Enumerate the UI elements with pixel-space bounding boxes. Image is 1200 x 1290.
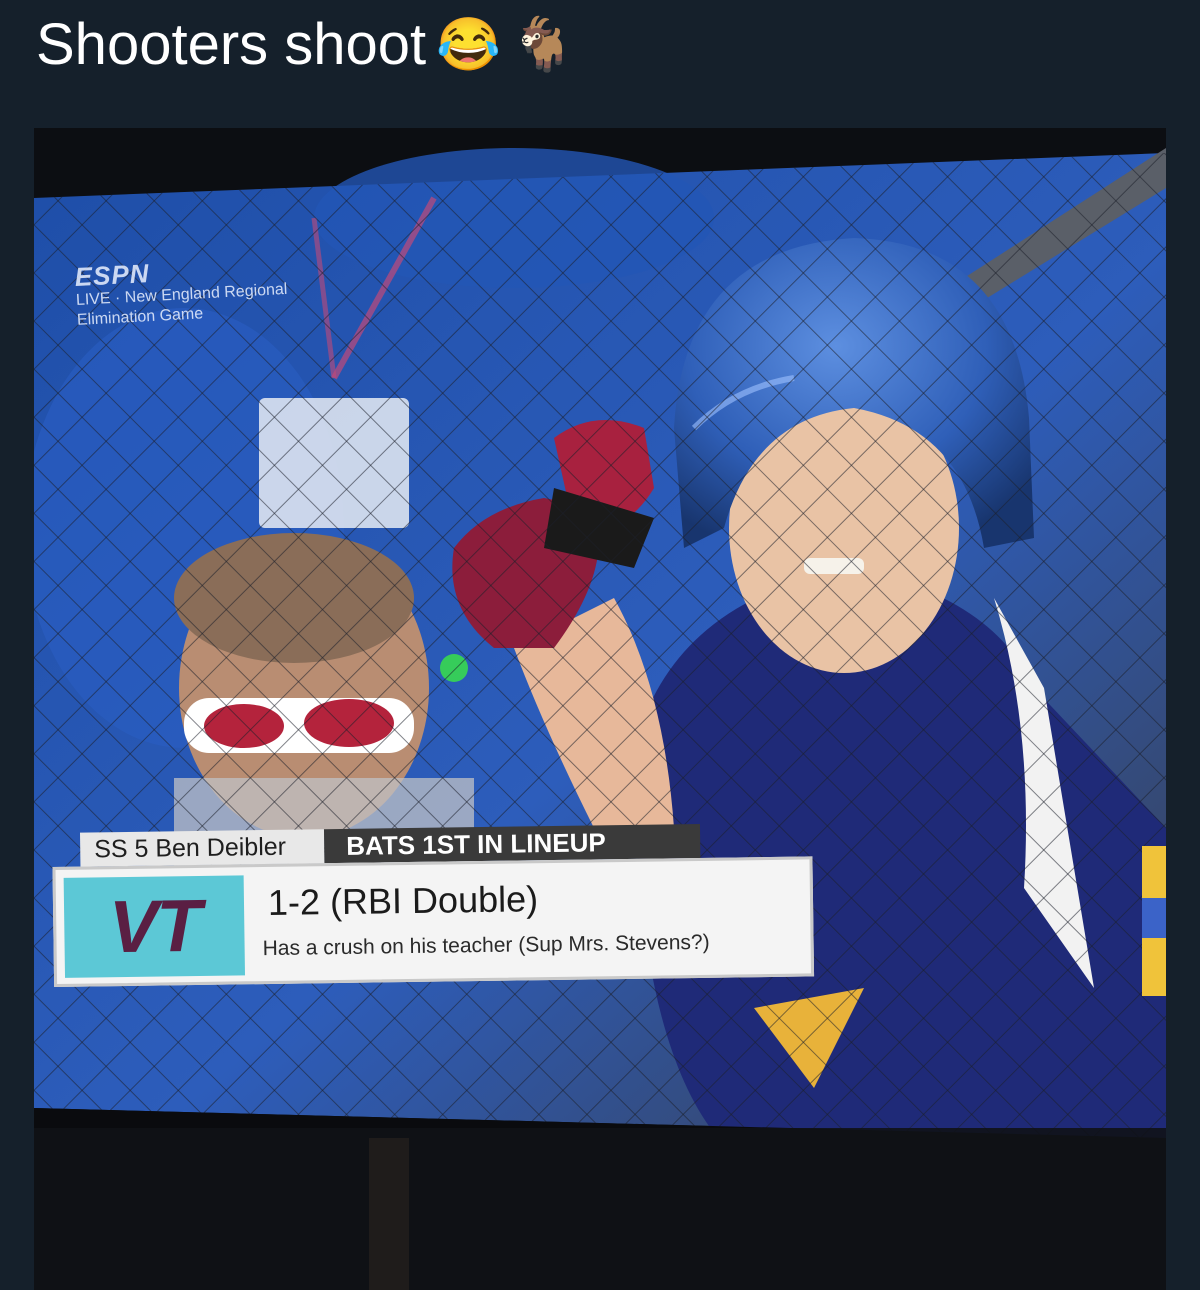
post-caption: Shooters shoot 😂 🐐 [36, 10, 576, 80]
player-info-box: VT 1-2 (RBI Double) Has a crush on his t… [52, 856, 815, 987]
stat-line: 1-2 (RBI Double) [267, 878, 539, 923]
lineup-tag: BATS 1ST IN LINEUP [323, 823, 701, 864]
team-abbreviation: VT [63, 875, 246, 978]
player-name: SS 5 Ben Deibler [79, 829, 325, 867]
goat-emoji-icon: 🐐 [510, 16, 576, 74]
tv-screen-photo[interactable]: ESPN LIVE · New England Regional Elimina… [34, 128, 1166, 1290]
espn-bug: ESPN LIVE · New England Regional Elimina… [74, 252, 289, 331]
laughing-emoji-icon: 😂 [436, 16, 501, 74]
player-note: Has a crush on his teacher (Sup Mrs. Ste… [262, 930, 710, 961]
caption-text: Shooters shoot [36, 12, 427, 77]
